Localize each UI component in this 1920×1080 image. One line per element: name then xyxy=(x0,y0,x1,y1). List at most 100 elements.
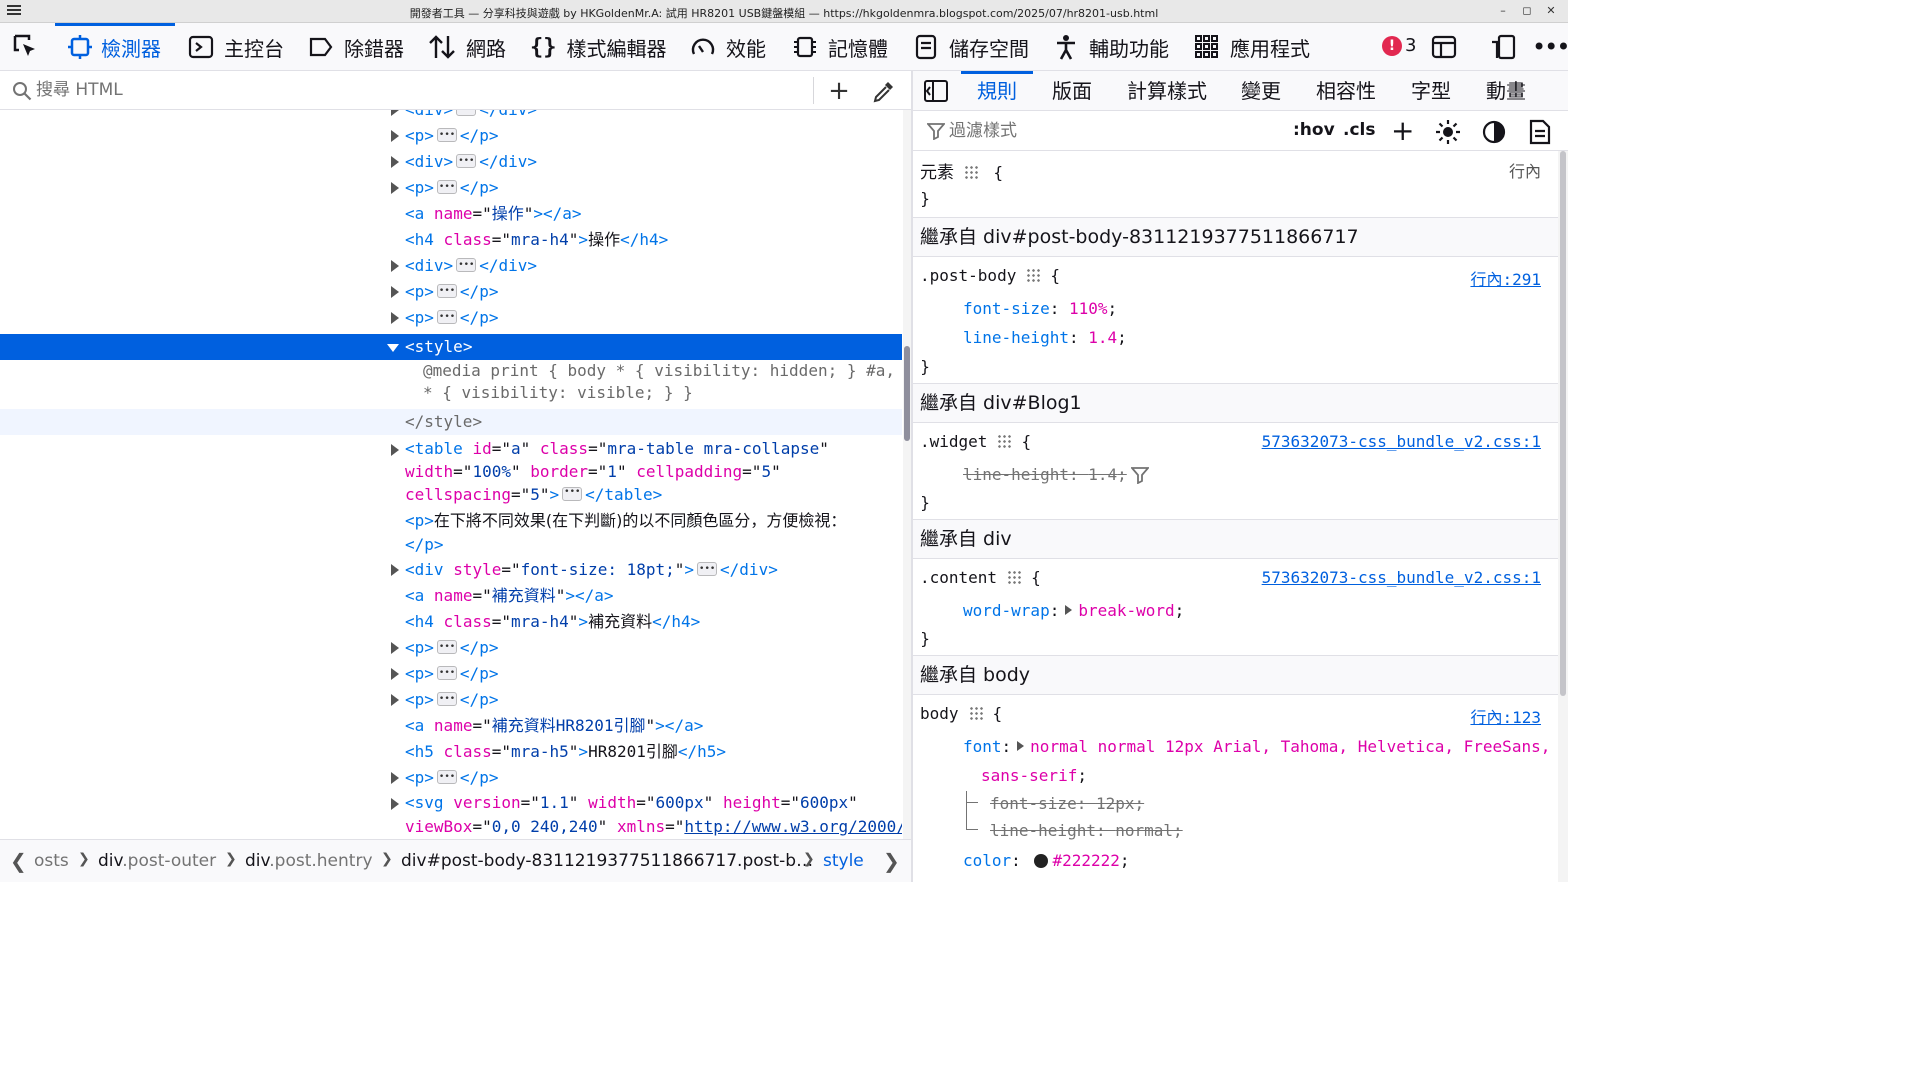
css-declaration[interactable]: line-height: 1.4; xyxy=(963,328,1127,347)
collapsed-content-icon[interactable] xyxy=(436,174,457,200)
search-html-input[interactable] xyxy=(36,77,806,103)
add-node-icon[interactable]: + xyxy=(824,76,854,106)
markup-scrollbar[interactable] xyxy=(903,110,911,839)
tree-node[interactable]: <div></div> xyxy=(0,148,902,175)
expand-toggle-icon[interactable] xyxy=(389,635,401,661)
filter-styles-input[interactable] xyxy=(949,119,1249,143)
tab-debugger[interactable]: 除錯器 xyxy=(308,23,404,71)
rule-source-link[interactable]: 行內:291 xyxy=(1470,266,1541,290)
css-rule[interactable]: .post-body{ xyxy=(920,266,1060,285)
collapsed-content-icon[interactable] xyxy=(436,278,457,304)
toggle-sidebar-icon[interactable] xyxy=(923,79,949,103)
classes-button[interactable]: .cls xyxy=(1343,120,1375,140)
expand-toggle-icon[interactable] xyxy=(389,765,401,791)
breadcrumb-prev-icon[interactable]: ❮ xyxy=(10,849,27,873)
tab-layout[interactable]: 版面 xyxy=(1052,71,1092,111)
tab-animations[interactable]: 動畫 xyxy=(1486,71,1526,111)
tree-node-close[interactable]: </style> xyxy=(0,409,902,435)
css-rule[interactable]: body{ xyxy=(920,704,1002,723)
expand-toggle-icon[interactable] xyxy=(389,110,401,123)
print-media-icon[interactable] xyxy=(1529,119,1551,145)
tree-node[interactable]: <div style="font-size: 18pt;"></div> xyxy=(0,556,902,583)
more-options-icon[interactable]: ••• xyxy=(1532,33,1570,61)
tree-node-selected[interactable]: <style> xyxy=(0,334,902,360)
breadcrumb-item[interactable]: div.post-outer xyxy=(98,851,216,871)
tree-node[interactable]: <a name="補充資料"></a> xyxy=(0,583,902,609)
tab-style-editor[interactable]: {} 樣式編輯器 xyxy=(530,23,667,71)
scrollbar-thumb[interactable] xyxy=(1560,151,1566,696)
tree-node[interactable]: <h4 class="mra-h4">補充資料</h4> xyxy=(0,609,902,635)
light-theme-icon[interactable] xyxy=(1435,119,1461,145)
breadcrumb-item[interactable]: osts xyxy=(34,851,69,871)
tab-console[interactable]: 主控台 xyxy=(188,23,284,71)
collapsed-content-icon[interactable] xyxy=(436,660,457,686)
collapsed-content-icon[interactable] xyxy=(456,148,477,174)
color-swatch-icon[interactable] xyxy=(1034,854,1049,868)
css-rule[interactable]: .widget{ xyxy=(920,432,1031,451)
tree-node[interactable]: <a name="補充資料HR8201引腳"></a> xyxy=(0,713,902,739)
tree-node[interactable]: <p></p> xyxy=(0,304,902,331)
tree-node[interactable]: <h4 class="mra-h4">操作</h4> xyxy=(0,227,902,253)
collapsed-content-icon[interactable] xyxy=(436,634,457,660)
tree-node[interactable]: <p></p> xyxy=(0,686,902,713)
error-count[interactable]: 3 xyxy=(1405,35,1416,56)
collapsed-content-icon[interactable] xyxy=(456,110,477,122)
dark-theme-icon[interactable] xyxy=(1482,120,1506,144)
collapsed-content-icon[interactable] xyxy=(697,556,718,582)
scrollbar-thumb[interactable] xyxy=(904,346,910,441)
tree-node[interactable]: <a name="操作"></a> xyxy=(0,201,902,227)
expand-toggle-icon[interactable] xyxy=(389,279,401,305)
collapsed-content-icon[interactable] xyxy=(436,764,457,790)
tree-node[interactable]: <p>在下將不同效果(在下判斷)的以不同顏色區分，方便檢視： </p> xyxy=(0,509,902,557)
minimize-icon[interactable]: – xyxy=(1494,3,1512,19)
tree-node[interactable]: <p></p> xyxy=(0,660,902,687)
expand-toggle-icon[interactable] xyxy=(389,791,401,817)
collapse-toggle-icon[interactable] xyxy=(387,334,399,360)
breadcrumb-item[interactable]: div.post.hentry xyxy=(245,851,373,871)
hover-pseudo-button[interactable]: :hov xyxy=(1293,120,1335,140)
markup-tree[interactable]: <div></div> <p></p> <div></div> <p></p> … xyxy=(0,110,902,839)
tab-storage[interactable]: 儲存空間 xyxy=(913,23,1029,71)
css-declaration-overridden[interactable]: line-height: 1.4; xyxy=(963,465,1127,484)
filter-icon[interactable] xyxy=(1131,466,1149,484)
expand-toggle-icon[interactable] xyxy=(389,305,401,331)
tab-fonts[interactable]: 字型 xyxy=(1411,71,1451,111)
css-declaration[interactable]: font-size: 110%; xyxy=(963,299,1117,318)
tab-network[interactable]: 網路 xyxy=(428,23,506,71)
css-rule[interactable]: .content{ xyxy=(920,568,1041,587)
rule-source-link[interactable]: 573632073-css_bundle_v2.css:1 xyxy=(1262,568,1541,587)
xmlns-link[interactable]: http://www.w3.org/2000/ xyxy=(684,817,902,836)
tree-node[interactable]: <h5 class="mra-h5">HR8201引腳</h5> xyxy=(0,739,902,765)
rules-scrollbar[interactable] xyxy=(1558,151,1568,882)
tab-computed[interactable]: 計算樣式 xyxy=(1127,71,1207,111)
tab-application[interactable]: 應用程式 xyxy=(1194,23,1310,71)
collapsed-content-icon[interactable] xyxy=(436,686,457,712)
breadcrumb-next-icon[interactable]: ❯ xyxy=(883,849,900,873)
style-text-node[interactable]: @media print { body * { visibility: hidd… xyxy=(0,360,902,406)
tab-rules[interactable]: 規則 xyxy=(961,71,1033,111)
tree-node[interactable]: <p></p> xyxy=(0,764,902,791)
collapsed-content-icon[interactable] xyxy=(436,304,457,330)
css-declaration[interactable]: color: #222222; xyxy=(963,851,1130,870)
close-icon[interactable]: ✕ xyxy=(1542,3,1560,19)
expand-toggle-icon[interactable] xyxy=(389,661,401,687)
responsive-design-icon[interactable] xyxy=(1490,34,1516,60)
dock-layout-icon[interactable] xyxy=(1431,34,1457,60)
expand-toggle-icon[interactable] xyxy=(1065,605,1073,615)
collapsed-content-icon[interactable] xyxy=(456,252,477,278)
breadcrumb-item[interactable]: div#post-body-8311219377511866717.post-b… xyxy=(401,851,813,871)
add-rule-icon[interactable]: + xyxy=(1391,114,1414,147)
tree-node[interactable]: <p></p> xyxy=(0,122,902,149)
breadcrumb-item-current[interactable]: style xyxy=(823,851,864,871)
collapsed-content-icon[interactable] xyxy=(436,122,457,148)
expand-toggle-icon[interactable] xyxy=(389,149,401,175)
eyedropper-icon[interactable] xyxy=(872,79,896,103)
tab-inspector[interactable]: 檢測器 xyxy=(55,23,175,71)
tab-memory[interactable]: 記憶體 xyxy=(792,23,888,71)
tree-node[interactable]: <p></p> xyxy=(0,278,902,305)
tab-compatibility[interactable]: 相容性 xyxy=(1316,71,1376,111)
error-icon[interactable]: ! xyxy=(1382,36,1402,56)
expand-toggle-icon[interactable] xyxy=(389,557,401,583)
element-picker-button[interactable] xyxy=(12,23,40,71)
rule-source-link[interactable]: 行內:123 xyxy=(1470,704,1541,728)
